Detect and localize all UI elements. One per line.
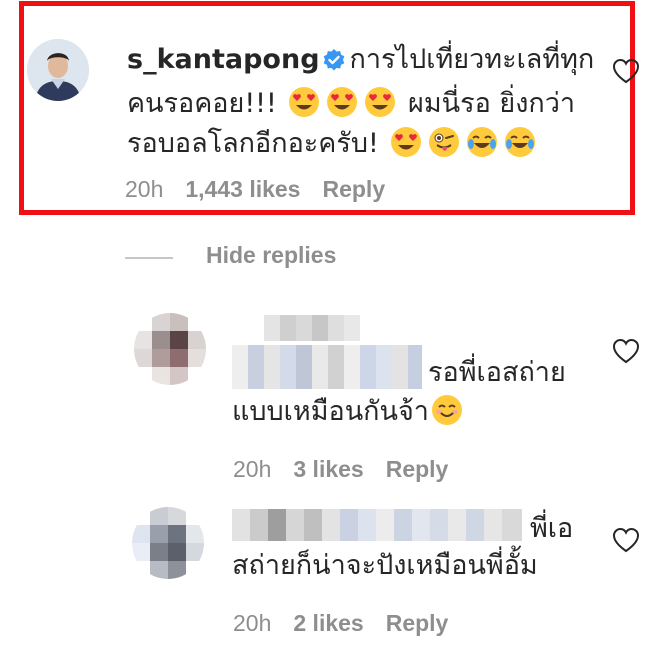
reply-comment-text: พี่เอ (530, 509, 573, 549)
avatar[interactable] (27, 39, 89, 101)
heart-icon[interactable] (612, 58, 640, 84)
comment-thread: s_kantapong การไปเที่ยวทะเลที่ทุก คนรอคอย… (0, 0, 658, 662)
reply-button[interactable]: Reply (386, 610, 449, 637)
comment-line-3: รอบอลโลกอีกอะครับ! (127, 128, 379, 159)
main-comment-text: s_kantapong การไปเที่ยวทะเลที่ทุก คนรอคอย… (127, 40, 597, 164)
verified-badge-icon (322, 44, 346, 84)
hide-replies-button[interactable]: Hide replies (206, 242, 336, 269)
likes-count[interactable]: 2 likes (293, 610, 363, 637)
avatar[interactable] (132, 507, 204, 579)
comment-meta: 20h 1,443 likes Reply (125, 176, 407, 203)
reply-line-2: สถ่ายก็น่าจะปังเหมือนพี่อั้ม (232, 550, 538, 581)
reply-button[interactable]: Reply (386, 456, 449, 483)
comment-meta: 20h 2 likes Reply (233, 610, 470, 637)
heart-eyes-emoji (364, 86, 396, 118)
comment-line-2: คนรอคอย!!! (127, 88, 277, 119)
tears-of-joy-emoji (504, 126, 536, 158)
comment-meta: 20h 3 likes Reply (233, 456, 470, 483)
reply-line-1: รอพี่เอสถ่าย (428, 357, 566, 388)
reply-comment-text: แบบเหมือนกันจ้า (232, 392, 466, 432)
reply-comment-text: รอพี่เอสถ่าย (428, 353, 566, 393)
redacted-username (232, 509, 522, 541)
reply-comment-text: สถ่ายก็น่าจะปังเหมือนพี่อั้ม (232, 546, 538, 586)
username[interactable]: s_kantapong (127, 44, 320, 75)
avatar[interactable] (134, 313, 206, 385)
heart-icon[interactable] (612, 527, 640, 553)
timestamp: 20h (233, 456, 272, 482)
reply-line-1: พี่เอ (530, 513, 574, 544)
timestamp: 20h (233, 610, 272, 636)
smiling-emoji (431, 394, 463, 426)
reply-button[interactable]: Reply (322, 176, 385, 203)
likes-count[interactable]: 1,443 likes (185, 176, 300, 203)
heart-eyes-emoji (326, 86, 358, 118)
heart-eyes-emoji (390, 126, 422, 158)
comment-line-2-tail: ผมนี่รอ ยิ่งกว่า (408, 88, 576, 119)
winking-tongue-emoji (428, 126, 460, 158)
tears-of-joy-emoji (466, 126, 498, 158)
heart-icon[interactable] (612, 338, 640, 364)
timestamp: 20h (125, 176, 164, 202)
hide-replies-divider (125, 257, 173, 259)
heart-eyes-emoji (288, 86, 320, 118)
avatar-photo (27, 39, 89, 101)
redacted-username (232, 345, 422, 389)
comment-line-1: การไปเที่ยวทะเลที่ทุก (349, 44, 595, 75)
likes-count[interactable]: 3 likes (293, 456, 363, 483)
reply-line-2: แบบเหมือนกันจ้า (232, 396, 429, 427)
redacted-username (264, 315, 360, 341)
